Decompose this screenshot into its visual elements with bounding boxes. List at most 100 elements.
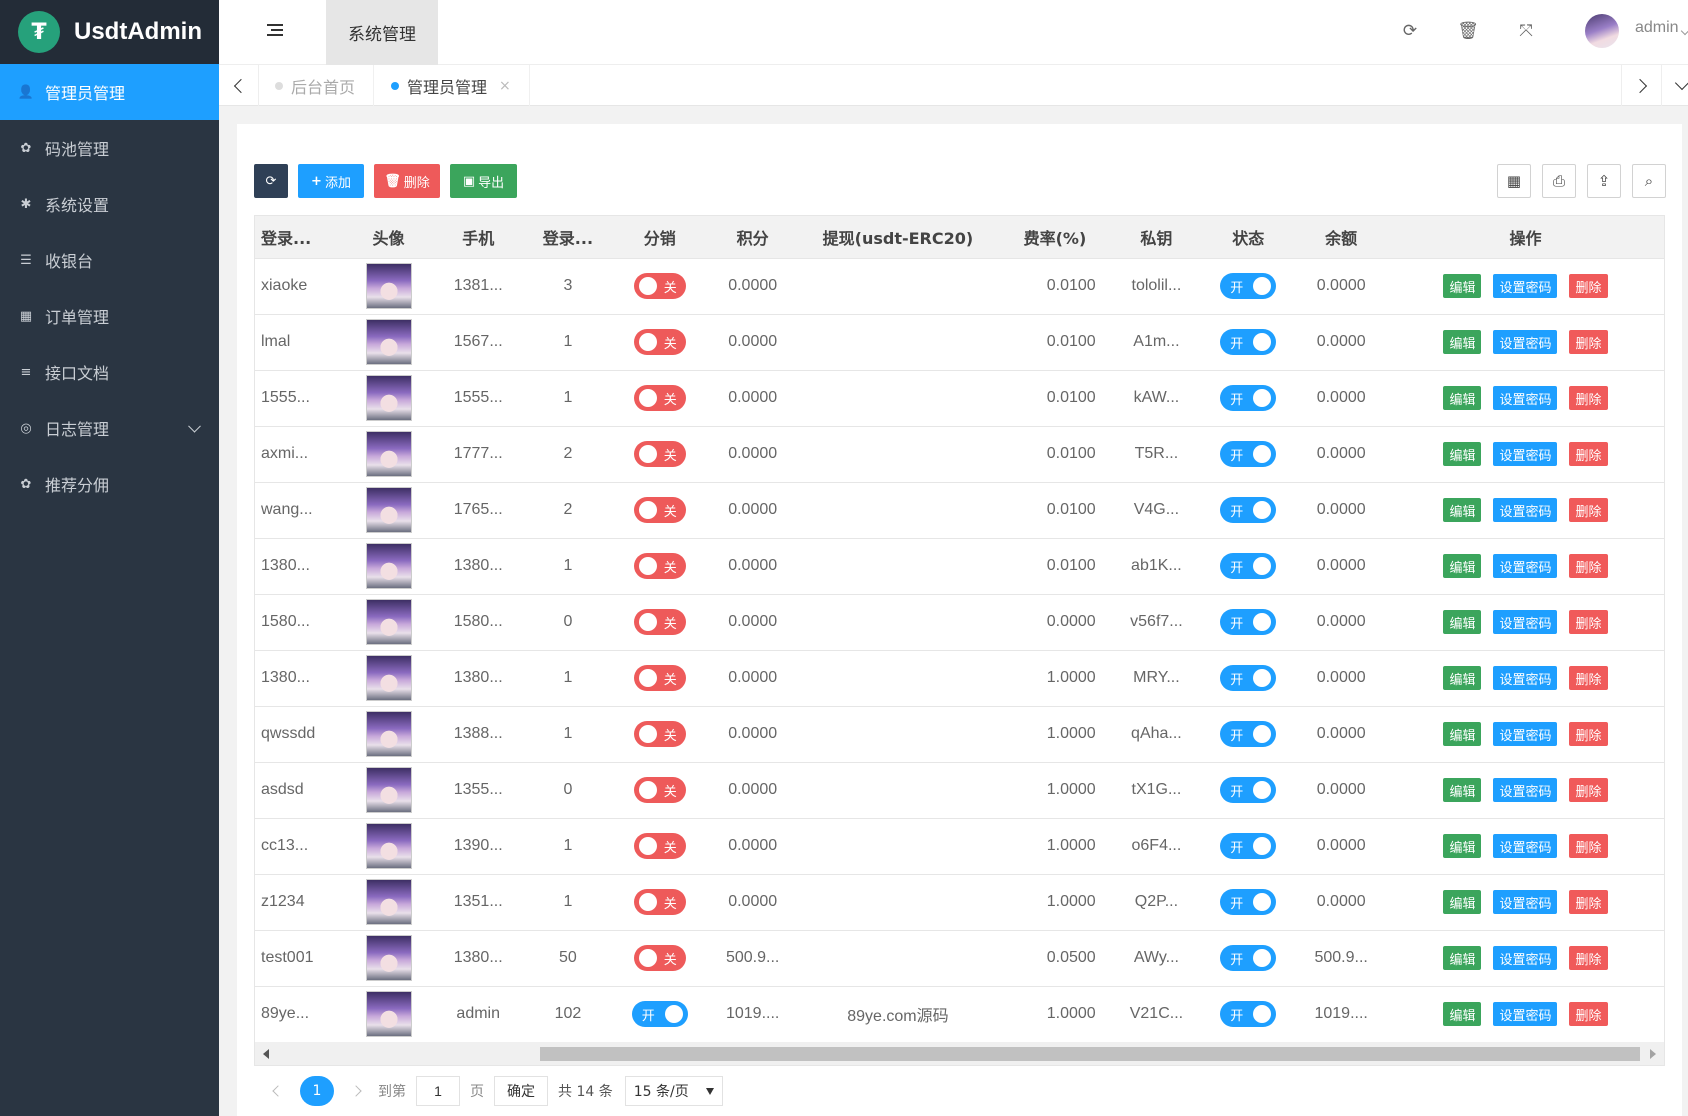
distribution-toggle[interactable]: 关 [633,665,686,691]
logo[interactable]: ₮ UsdtAdmin [0,0,219,64]
page-current[interactable]: 1 [300,1076,334,1106]
tab-admin-manage[interactable]: 管理员管理 × [375,65,530,106]
distribution-toggle[interactable]: 关 [633,497,686,523]
sidebar-item-7[interactable]: ✿ 推荐分佣 [0,456,219,512]
edit-button[interactable]: 编辑 [1443,442,1482,466]
edit-button[interactable]: 编辑 [1443,946,1482,970]
distribution-toggle[interactable]: 关 [633,945,686,971]
status-toggle[interactable]: 开 [1220,497,1277,523]
delete-row-button[interactable]: 删除 [1569,498,1608,522]
edit-button[interactable]: 编辑 [1443,386,1482,410]
export-button[interactable]: ▣ 导出 [450,164,517,198]
avatar[interactable] [365,935,412,981]
avatar[interactable] [365,319,412,365]
avatar[interactable] [365,823,412,869]
set-password-button[interactable]: 设置密码 [1493,442,1558,466]
chevron-down-icon[interactable] [188,419,201,433]
avatar[interactable] [365,263,412,309]
search-button[interactable]: ⌕ [1632,164,1666,198]
edit-button[interactable]: 编辑 [1443,274,1482,298]
sidebar-item-0[interactable]: 👤 管理员管理 [0,64,219,120]
edit-button[interactable]: 编辑 [1443,666,1482,690]
sidebar-item-4[interactable]: ▦ 订单管理 [0,288,219,344]
delete-row-button[interactable]: 删除 [1569,1002,1608,1026]
edit-button[interactable]: 编辑 [1443,722,1482,746]
edit-button[interactable]: 编辑 [1443,890,1482,914]
delete-button[interactable]: 🗑 删除 [374,164,440,198]
export-table-button[interactable]: ⇪ [1587,164,1621,198]
set-password-button[interactable]: 设置密码 [1493,554,1558,578]
column-header[interactable]: 费率(%) [996,216,1114,259]
distribution-toggle[interactable]: 关 [633,609,686,635]
edit-button[interactable]: 编辑 [1443,610,1482,634]
distribution-toggle[interactable]: 开 [631,1001,688,1027]
column-header[interactable]: 积分 [705,216,800,259]
delete-row-button[interactable]: 删除 [1569,722,1608,746]
column-header[interactable]: 私钥 [1113,216,1200,259]
edit-button[interactable]: 编辑 [1443,498,1482,522]
tab-scroll-left-button[interactable] [219,65,259,106]
refresh-icon[interactable]: ⟳ [1397,18,1423,44]
delete-row-button[interactable]: 删除 [1569,610,1608,634]
set-password-button[interactable]: 设置密码 [1493,778,1558,802]
set-password-button[interactable]: 设置密码 [1493,666,1558,690]
status-toggle[interactable]: 开 [1220,273,1277,299]
page-size-select[interactable]: 15 条/页 [624,1076,723,1106]
fullscreen-icon[interactable]: ⤧ [1513,18,1539,44]
column-header[interactable]: 手机 [434,216,522,259]
status-toggle[interactable]: 开 [1220,553,1277,579]
distribution-toggle[interactable]: 关 [633,777,686,803]
set-password-button[interactable]: 设置密码 [1493,274,1558,298]
distribution-toggle[interactable]: 关 [633,385,686,411]
user-avatar[interactable] [1585,14,1619,48]
print-button[interactable]: ⎙ [1542,164,1576,198]
column-header[interactable]: 状态 [1199,216,1298,259]
delete-row-button[interactable]: 删除 [1569,778,1608,802]
confirm-button[interactable]: 确定 [494,1076,548,1106]
avatar[interactable] [365,655,412,701]
edit-button[interactable]: 编辑 [1443,554,1482,578]
status-toggle[interactable]: 开 [1220,721,1277,747]
scroll-right-icon[interactable] [1650,1049,1656,1059]
status-toggle[interactable]: 开 [1220,777,1277,803]
module-tab-system[interactable]: 系统管理 [326,0,438,65]
chevron-down-icon[interactable] [1680,26,1688,36]
set-password-button[interactable]: 设置密码 [1493,946,1558,970]
avatar[interactable] [365,375,412,421]
status-toggle[interactable]: 开 [1220,1001,1277,1027]
avatar[interactable] [365,991,412,1037]
status-toggle[interactable]: 开 [1220,833,1277,859]
avatar[interactable] [365,879,412,925]
status-toggle[interactable]: 开 [1220,441,1277,467]
menu-toggle-icon[interactable] [267,24,283,38]
set-password-button[interactable]: 设置密码 [1493,330,1558,354]
edit-button[interactable]: 编辑 [1443,1002,1482,1026]
delete-row-button[interactable]: 删除 [1569,386,1608,410]
sidebar-item-3[interactable]: ☰ 收银台 [0,232,219,288]
edit-button[interactable]: 编辑 [1443,834,1482,858]
distribution-toggle[interactable]: 关 [633,889,686,915]
delete-row-button[interactable]: 删除 [1569,330,1608,354]
distribution-toggle[interactable]: 关 [633,273,686,299]
trash-icon[interactable]: 🗑 [1455,18,1481,44]
scrollbar-thumb[interactable] [540,1047,1640,1061]
edit-button[interactable]: 编辑 [1443,330,1482,354]
sidebar-item-2[interactable]: ✱ 系统设置 [0,176,219,232]
avatar[interactable] [365,543,412,589]
edit-button[interactable]: 编辑 [1443,778,1482,802]
column-header[interactable]: 头像 [342,216,435,259]
refresh-button[interactable]: ⟳ [254,164,288,198]
avatar[interactable] [365,487,412,533]
delete-row-button[interactable]: 删除 [1569,834,1608,858]
set-password-button[interactable]: 设置密码 [1493,890,1558,914]
column-header[interactable]: 登录... [255,216,343,259]
close-icon[interactable]: × [499,78,511,94]
delete-row-button[interactable]: 删除 [1569,890,1608,914]
tab-scroll-right-button[interactable] [1621,65,1661,106]
user-name[interactable]: admin [1635,19,1679,37]
status-toggle[interactable]: 开 [1220,329,1277,355]
columns-toggle-button[interactable]: ▦ [1497,164,1531,198]
delete-row-button[interactable]: 删除 [1569,274,1608,298]
distribution-toggle[interactable]: 关 [633,329,686,355]
set-password-button[interactable]: 设置密码 [1493,610,1558,634]
